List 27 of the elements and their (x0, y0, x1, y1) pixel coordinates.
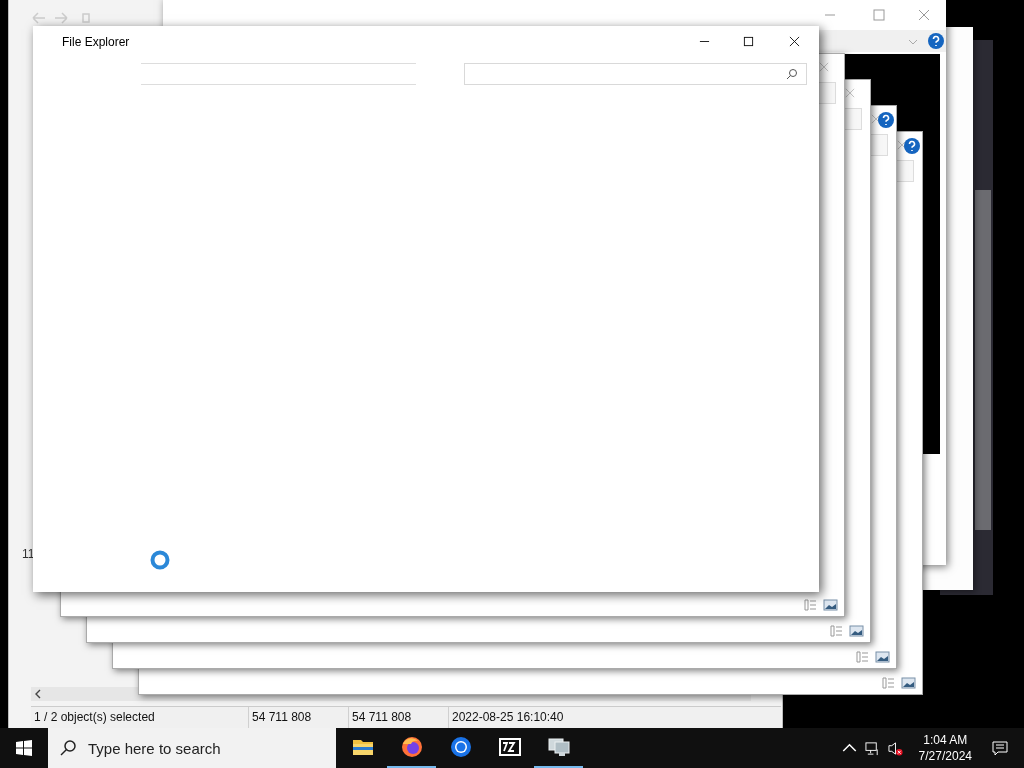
clock-time[interactable]: 1:04 AM (923, 732, 968, 748)
help-icon[interactable] (904, 138, 920, 154)
view-mode-icon[interactable] (804, 599, 838, 611)
view-mode-icon[interactable] (882, 677, 916, 689)
view-mode-icon[interactable] (856, 651, 890, 663)
help-icon[interactable] (878, 112, 894, 128)
search-icon (786, 68, 798, 80)
volume-muted-icon[interactable] (887, 740, 903, 756)
partial-text: 11 (22, 547, 35, 561)
browser-circle-icon (448, 735, 473, 759)
close-icon[interactable] (789, 36, 800, 47)
maximize-icon[interactable] (743, 36, 754, 47)
windows-start-icon[interactable] (16, 740, 32, 756)
browser-globe-icon (399, 735, 424, 759)
help-icon[interactable] (928, 33, 944, 49)
window-title: File Explorer (62, 35, 130, 49)
archive-app-icon (497, 735, 522, 759)
view-mode-icon[interactable] (830, 625, 864, 637)
clock-date[interactable]: 7/27/2024 (918, 748, 972, 764)
network-icon[interactable] (864, 740, 880, 756)
status-bar-cell-text: 2022-08-25 16:10:40 (451, 709, 565, 726)
monitors-icon (546, 735, 571, 759)
search-field[interactable] (464, 63, 807, 85)
search-field[interactable]: Type here to search (48, 728, 336, 768)
notifications-icon[interactable] (992, 740, 1008, 756)
scroll-left-icon[interactable] (35, 689, 41, 699)
scrollbar-thumb[interactable] (975, 190, 991, 530)
